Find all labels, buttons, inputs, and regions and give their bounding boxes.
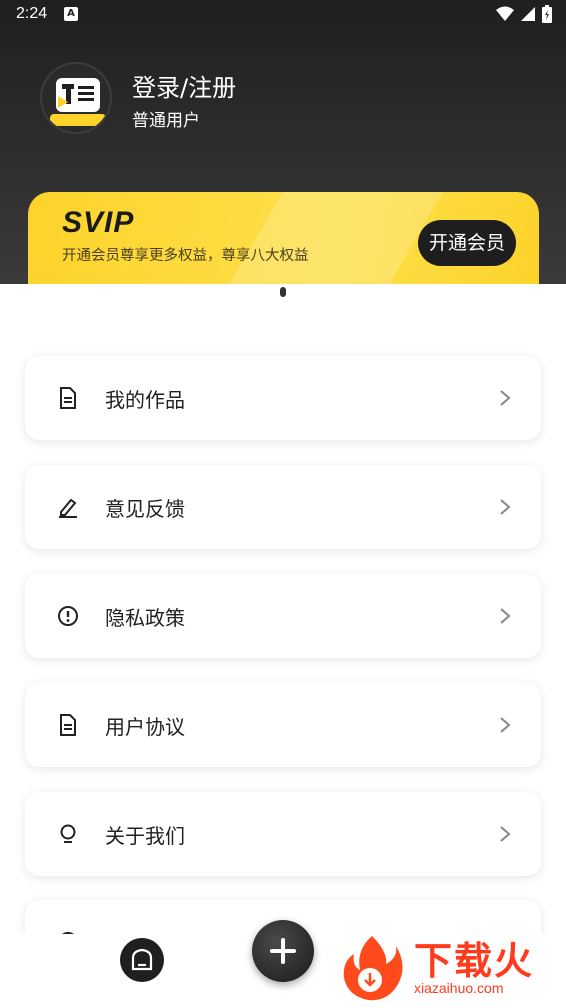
edit-pen-icon: [59, 498, 77, 518]
status-icons: [496, 5, 552, 23]
menu-item-user-agreement[interactable]: 用户协议: [25, 683, 541, 767]
svip-title: SVIP: [62, 206, 135, 239]
chevron-right-icon: [500, 608, 511, 624]
user-type-label: 普通用户: [132, 111, 200, 131]
status-bar: 2:24 A: [0, 0, 566, 30]
notch-indicator: [280, 287, 286, 297]
chevron-right-icon: [500, 499, 511, 515]
wifi-icon: [496, 6, 514, 21]
plus-icon: [270, 938, 296, 964]
avatar[interactable]: [40, 62, 112, 134]
chevron-right-icon: [500, 390, 511, 406]
watermark-text: 下载火: [414, 939, 535, 983]
watermark: 下载火 xiazaihuo.com: [336, 930, 566, 1008]
open-vip-button[interactable]: 开通会员: [418, 220, 516, 266]
menu-item-about-us[interactable]: 关于我们: [25, 792, 541, 876]
menu-item-label: 用户协议: [105, 715, 185, 739]
info-circle-icon: [58, 606, 78, 626]
svip-description: 开通会员尊享更多权益，尊享八大权益: [62, 248, 309, 264]
menu-item-label: 我的作品: [105, 388, 185, 412]
menu-item-privacy-policy[interactable]: 隐私政策: [25, 574, 541, 658]
menu-item-feedback[interactable]: 意见反馈: [25, 465, 541, 549]
chevron-right-icon: [500, 826, 511, 842]
menu-item-label: 关于我们: [105, 824, 185, 848]
home-button[interactable]: [120, 938, 164, 982]
chevron-right-icon: [500, 717, 511, 733]
menu-item-label: 意见反馈: [105, 497, 185, 521]
login-register-link[interactable]: 登录/注册: [132, 68, 236, 103]
add-button[interactable]: [252, 920, 314, 982]
status-time: 2:24: [16, 5, 48, 22]
svip-banner[interactable]: SVIP 开通会员尊享更多权益，尊享八大权益 开通会员: [28, 192, 539, 298]
document-icon: [60, 714, 76, 736]
document-icon: [60, 387, 76, 409]
watermark-url: xiazaihuo.com: [414, 980, 504, 996]
signal-icon: [521, 7, 535, 21]
battery-icon: [542, 5, 552, 23]
notification-icon: A: [64, 7, 78, 21]
menu-item-my-works[interactable]: 我的作品: [25, 356, 541, 440]
lightbulb-icon: [60, 824, 76, 843]
flame-logo-icon: [343, 936, 403, 1001]
home-icon: [131, 948, 153, 971]
menu-item-label: 隐私政策: [105, 606, 185, 630]
